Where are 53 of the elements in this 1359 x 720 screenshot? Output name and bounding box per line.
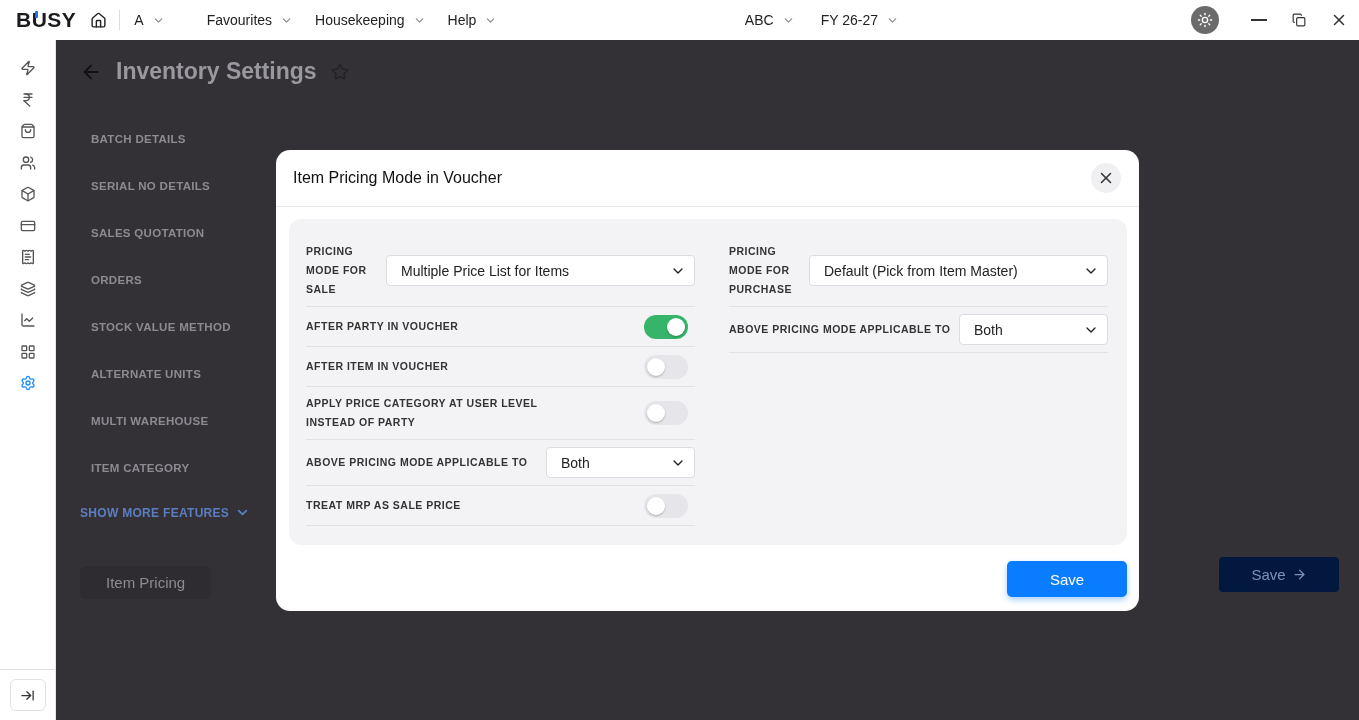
field-label: ABOVE PRICING MODE APPLICABLE TO — [306, 455, 528, 470]
feature-label: ALTERNATE UNITS — [91, 366, 202, 382]
lightning-icon[interactable] — [19, 60, 36, 76]
feature-label: ORDERS — [91, 272, 142, 288]
field-label: APPLY PRICE CATEGORY AT USER LEVEL INSTEAD OF PARTY — [306, 396, 539, 430]
dialog-title: Item Pricing Mode in Voucher — [293, 169, 502, 187]
feature-label: MULTI WAREHOUSE — [91, 413, 209, 429]
sun-icon — [1197, 12, 1213, 28]
feature-label: STOCK VALUE METHOD — [91, 319, 231, 335]
collapse-button[interactable] — [9, 679, 46, 711]
field-label: PRICING MODE FOR PURCHASE — [729, 244, 793, 297]
dropdown[interactable]: Default (Pick from Item Master) — [809, 255, 1108, 286]
settings-icon[interactable] — [19, 375, 36, 391]
chart-icon[interactable] — [19, 312, 36, 328]
save-button[interactable]: Save — [1007, 561, 1127, 597]
toggle-switch[interactable] — [644, 314, 688, 339]
save-button[interactable]: Save — [1219, 556, 1339, 592]
field-label: TREAT MRP AS SALE PRICE — [306, 498, 461, 513]
arrow-icon — [1291, 566, 1307, 582]
feature-label: SALES QUOTATION — [91, 225, 205, 241]
dropdown[interactable]: Both — [959, 314, 1108, 345]
field-label: PRICING MODE FOR SALE — [306, 244, 368, 297]
year-selector[interactable]: FY 26-27 — [820, 12, 899, 28]
menu-item[interactable]: Housekeeping — [315, 12, 426, 28]
layers-icon[interactable] — [19, 280, 36, 297]
theme-button[interactable] — [1191, 6, 1219, 34]
feature-label: BATCH DETAILS — [91, 131, 186, 147]
field-label: AFTER PARTY IN VOUCHER — [306, 319, 459, 334]
feature-label: ITEM CATEGORY — [91, 460, 190, 476]
field-label: ABOVE PRICING MODE APPLICABLE TO — [729, 322, 951, 337]
minimize-icon — [1251, 19, 1267, 21]
menu-item[interactable]: Favourites — [206, 12, 294, 28]
restore-icon — [1292, 13, 1306, 27]
feature-label: SERIAL NO DETAILS — [91, 178, 211, 194]
toggle-switch[interactable] — [644, 401, 688, 425]
box-icon[interactable] — [19, 186, 36, 202]
users-icon[interactable] — [19, 154, 36, 171]
company-menu[interactable]: A — [134, 12, 165, 28]
close-button[interactable] — [1091, 163, 1121, 193]
field-label: AFTER ITEM IN VOUCHER — [306, 359, 449, 374]
bag-icon[interactable] — [19, 123, 36, 139]
page-title: Inventory Settings — [116, 58, 317, 85]
dropdown[interactable]: Multiple Price List for Items — [386, 255, 695, 286]
company-selector[interactable]: ABC — [744, 12, 795, 28]
dropdown[interactable]: Both — [546, 447, 695, 478]
grid-icon[interactable] — [19, 343, 36, 360]
home-icon[interactable] — [90, 11, 108, 29]
menu-item[interactable]: Help — [447, 12, 498, 28]
receipt-icon[interactable] — [19, 249, 36, 265]
toggle-switch[interactable] — [644, 493, 688, 518]
logo: BUSY — [16, 8, 77, 32]
item-pricing-button[interactable]: Item Pricing — [80, 566, 212, 599]
toggle-switch[interactable] — [644, 354, 688, 379]
